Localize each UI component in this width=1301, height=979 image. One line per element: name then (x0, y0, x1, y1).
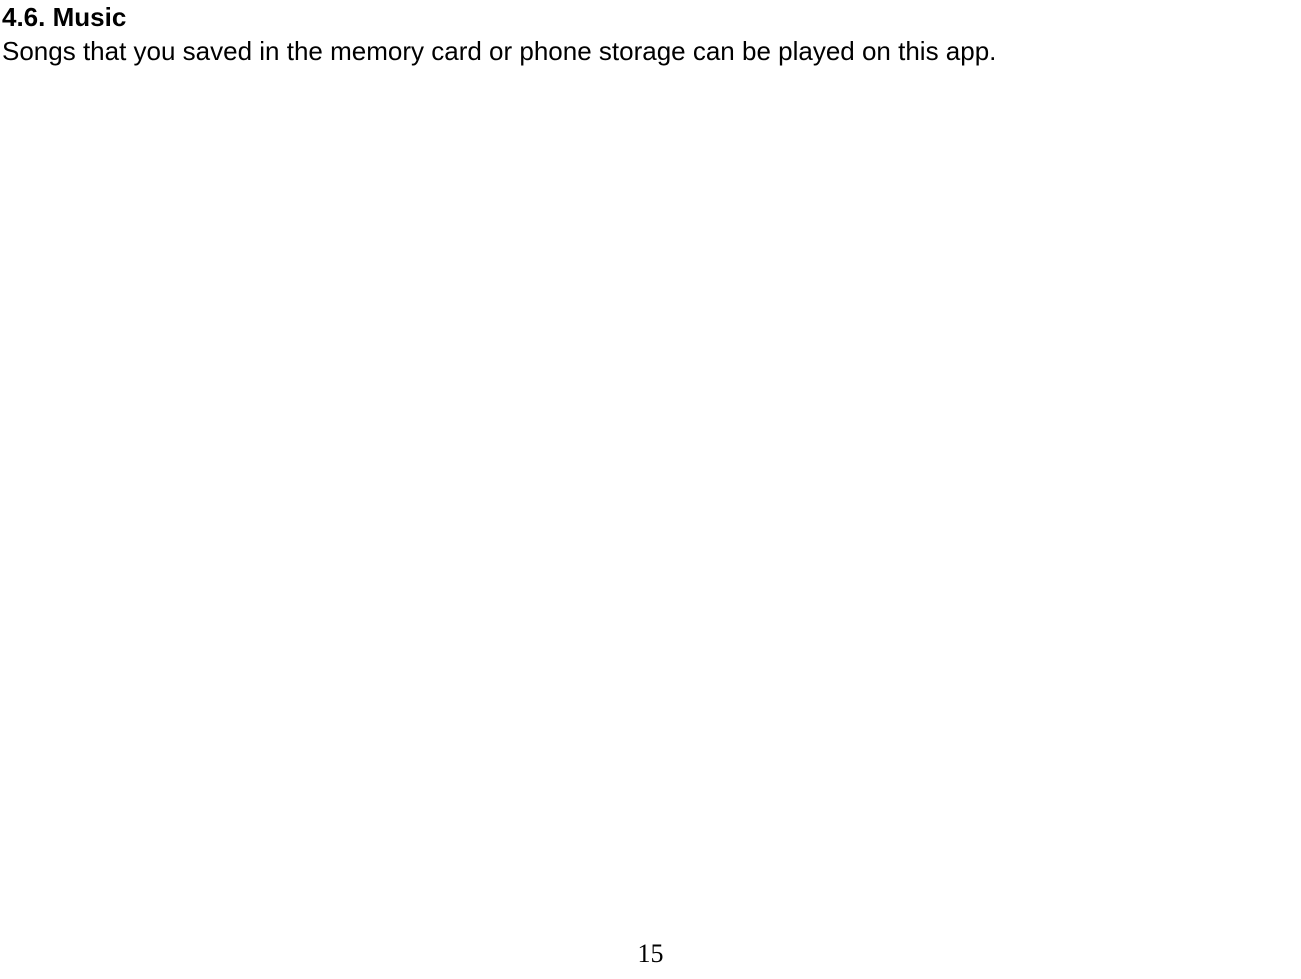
section-heading: 4.6. Music (2, 2, 1301, 33)
section-body-text: Songs that you saved in the memory card … (2, 35, 1301, 69)
document-content: 4.6. Music Songs that you saved in the m… (0, 0, 1301, 69)
page-number: 15 (638, 939, 664, 969)
